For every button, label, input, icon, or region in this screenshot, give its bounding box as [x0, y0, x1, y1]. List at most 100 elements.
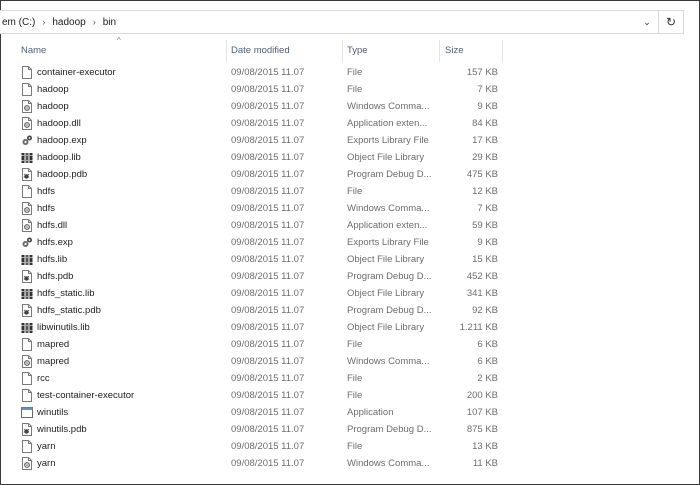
file-type: Object File Library	[347, 152, 425, 163]
file-date-modified: 09/08/2015 11.07	[231, 237, 305, 248]
file-row[interactable]: hadoop.lib 09/08/2015 11.07 Object File Li…	[0, 149, 520, 166]
file-date-modified: 09/08/2015 11.07	[231, 441, 305, 452]
file-row[interactable]: hdfs.dll 09/08/2015 11.07 Application exte…	[0, 217, 520, 234]
file-row[interactable]: mapred 09/08/2015 11.07 Windows Comma... 6 …	[0, 353, 520, 370]
file-row[interactable]: libwinutils.lib 09/08/2015 11.07 Object Fi…	[0, 319, 520, 336]
file-row[interactable]: hdfs.pdb 09/08/2015 11.07 Program Debug D.…	[0, 268, 520, 285]
file-date-modified: 09/08/2015 11.07	[231, 407, 305, 418]
debug-file-icon	[21, 423, 33, 436]
file-name: hadoop.pdb	[37, 169, 88, 180]
file-type: Program Debug D...	[347, 305, 432, 316]
file-name: hdfs.lib	[37, 254, 68, 265]
file-row[interactable]: test-container-executor 09/08/2015 11.07 F…	[0, 387, 520, 404]
column-divider[interactable]	[502, 40, 503, 62]
file-name: winutils	[37, 407, 69, 418]
file-row[interactable]: hadoop.exp 09/08/2015 11.07 Exports Librar…	[0, 132, 520, 149]
library-icon	[21, 253, 33, 266]
gear-file-icon	[21, 355, 33, 368]
column-header-date[interactable]: Date modified	[231, 44, 336, 58]
file-row[interactable]: container-executor 09/08/2015 11.07 File 15…	[0, 64, 520, 81]
file-size: 59 KB	[472, 220, 498, 231]
file-date-modified: 09/08/2015 11.07	[231, 356, 305, 367]
file-row[interactable]: hdfs_static.pdb 09/08/2015 11.07 Program D…	[0, 302, 520, 319]
file-date-modified: 09/08/2015 11.07	[231, 152, 305, 163]
file-row[interactable]: yarn 09/08/2015 11.07 File 13 KB	[0, 438, 520, 455]
file-name: hdfs.pdb	[37, 271, 74, 282]
gear-file-icon	[21, 117, 33, 130]
file-type: Exports Library File	[347, 237, 429, 248]
gears-icon	[21, 236, 33, 249]
file-name: hdfs_static.lib	[37, 288, 95, 299]
file-type: File	[347, 186, 363, 197]
file-date-modified: 09/08/2015 11.07	[231, 288, 305, 299]
file-size: 875 KB	[466, 424, 498, 435]
file-type: File	[347, 373, 363, 384]
file-type: File	[347, 84, 363, 95]
file-date-modified: 09/08/2015 11.07	[231, 322, 305, 333]
file-row[interactable]: hadoop 09/08/2015 11.07 Windows Comma... 9 …	[0, 98, 520, 115]
file-type: File	[347, 441, 363, 452]
file-row[interactable]: winutils 09/08/2015 11.07 Application 107 K…	[0, 404, 520, 421]
file-row[interactable]: hadoop.dll 09/08/2015 11.07 Application ex…	[0, 115, 520, 132]
file-size: 7 KB	[477, 84, 498, 95]
file-size: 9 KB	[477, 237, 498, 248]
file-type: Windows Comma...	[347, 458, 430, 469]
refresh-button[interactable]: ↻	[659, 10, 684, 34]
file-name: mapred	[37, 339, 70, 350]
breadcrumb-bin[interactable]: bin	[103, 17, 116, 28]
file-row[interactable]: rcc 09/08/2015 11.07 File 2 KB	[0, 370, 520, 387]
file-name: yarn	[37, 458, 56, 469]
file-row[interactable]: hdfs.lib 09/08/2015 11.07 Object File Libr…	[0, 251, 520, 268]
file-row[interactable]: hadoop.pdb 09/08/2015 11.07 Program Debug …	[0, 166, 520, 183]
file-name: hadoop.lib	[37, 152, 81, 163]
file-date-modified: 09/08/2015 11.07	[231, 186, 305, 197]
file-row[interactable]: winutils.pdb 09/08/2015 11.07 Program Debu…	[0, 421, 520, 438]
file-type: Windows Comma...	[347, 356, 430, 367]
file-name: hdfs	[37, 203, 55, 214]
refresh-icon: ↻	[665, 15, 677, 29]
gear-file-icon	[21, 202, 33, 215]
file-type: Application exten...	[347, 220, 428, 231]
file-size: 17 KB	[472, 135, 498, 146]
debug-file-icon	[21, 270, 33, 283]
column-header-size[interactable]: Size	[445, 44, 500, 58]
file-row[interactable]: hadoop 09/08/2015 11.07 File 7 KB	[0, 81, 520, 98]
file-name: rcc	[37, 373, 50, 384]
file-row[interactable]: hdfs 09/08/2015 11.07 Windows Comma... 7 KB	[0, 200, 520, 217]
debug-file-icon	[21, 304, 33, 317]
file-size: 157 KB	[466, 67, 498, 78]
file-date-modified: 09/08/2015 11.07	[231, 135, 305, 146]
column-divider[interactable]	[226, 40, 227, 62]
column-header-type[interactable]: Type	[347, 44, 435, 58]
file-name: hdfs.exp	[37, 237, 73, 248]
file-type: Windows Comma...	[347, 203, 430, 214]
file-row[interactable]: hdfs 09/08/2015 11.07 File 12 KB	[0, 183, 520, 200]
file-type: Application	[347, 407, 394, 418]
file-date-modified: 09/08/2015 11.07	[231, 305, 305, 316]
chevron-right-icon[interactable]: ›	[93, 17, 96, 27]
file-row[interactable]: yarn 09/08/2015 11.07 Windows Comma... 11 K…	[0, 455, 520, 472]
column-divider[interactable]	[439, 40, 440, 62]
file-row[interactable]: mapred 09/08/2015 11.07 File 6 KB	[0, 336, 520, 353]
column-header-name[interactable]: Name	[21, 44, 221, 58]
chevron-down-icon[interactable]: ⌄	[642, 17, 652, 27]
file-type: Object File Library	[347, 288, 425, 299]
chevron-right-icon[interactable]: ›	[42, 17, 45, 27]
file-date-modified: 09/08/2015 11.07	[231, 101, 305, 112]
file-date-modified: 09/08/2015 11.07	[231, 271, 305, 282]
file-name: hdfs_static.pdb	[37, 305, 101, 316]
file-date-modified: 09/08/2015 11.07	[231, 373, 305, 384]
gear-file-icon	[21, 100, 33, 113]
file-date-modified: 09/08/2015 11.07	[231, 254, 305, 265]
breadcrumb-hadoop[interactable]: hadoop	[52, 17, 85, 28]
address-bar[interactable]: em (C:) › hadoop › bin ⌄	[0, 10, 659, 34]
file-row[interactable]: hdfs_static.lib 09/08/2015 11.07 Object Fi…	[0, 285, 520, 302]
file-row[interactable]: hdfs.exp 09/08/2015 11.07 Exports Library …	[0, 234, 520, 251]
blank-file-icon	[21, 389, 33, 402]
column-divider[interactable]	[342, 40, 343, 62]
breadcrumb-drive[interactable]: em (C:)	[2, 17, 35, 28]
file-type: Object File Library	[347, 254, 425, 265]
file-date-modified: 09/08/2015 11.07	[231, 390, 305, 401]
file-name: test-container-executor	[37, 390, 135, 401]
file-size: 29 KB	[472, 152, 498, 163]
